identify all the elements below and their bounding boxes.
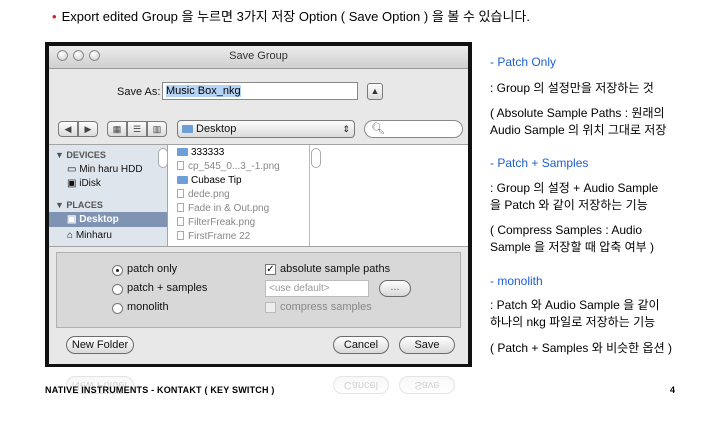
folder-icon [182, 125, 193, 133]
back-arrow-icon: ◀ [64, 124, 72, 134]
note-monolith-line3: ( Patch + Samples 와 비슷한 옵션 ) [490, 341, 672, 355]
checkmark-icon: ✓ [266, 264, 275, 275]
title-bar: Save Group [49, 46, 468, 69]
sidebar-header-places: ▼ PLACES [55, 200, 103, 210]
sidebar: ▼ DEVICES ▭ Min haru HDD ▣ iDisk ▼ PLACE… [49, 145, 168, 246]
window-title: Save Group [229, 50, 288, 62]
folder-icon [177, 148, 188, 156]
cancel-reflection: Cancel [333, 376, 389, 394]
absolute-paths-label: absolute sample paths [280, 263, 391, 275]
file-list-scrollbar[interactable] [311, 148, 321, 168]
file-icon [177, 231, 184, 240]
file-browser: ▼ DEVICES ▭ Min haru HDD ▣ iDisk ▼ PLACE… [49, 144, 468, 247]
note-monolith-line2: 하나의 nkg 파일로 저장하는 기능 [490, 315, 656, 329]
search-field[interactable]: 🔍︎ [364, 120, 463, 138]
list-item[interactable]: Cubase Tip [177, 175, 242, 186]
note-patch-samples-line1: : Group 의 설정 + Audio Sample [490, 181, 659, 195]
hdd-icon: ▭ [67, 164, 77, 175]
radio-monolith[interactable] [112, 303, 123, 314]
list-item[interactable]: 333333 [177, 147, 224, 158]
forward-arrow-icon: ▶ [84, 124, 92, 134]
save-options-panel: patch only patch + samples monolith ✓ ab… [56, 252, 461, 328]
folder-icon [177, 176, 188, 184]
sidebar-item-desktop[interactable]: ▣ Desktop [49, 212, 167, 227]
note-compress-line2: Sample 을 저장할 때 압축 여부 ) [490, 240, 655, 254]
note-absolute-line1: ( Absolute Sample Paths : 원래의 [490, 106, 665, 120]
compress-checkbox[interactable] [265, 302, 276, 313]
file-icon [177, 161, 184, 170]
save-as-value: Music Box_nkg [166, 85, 241, 97]
columns-icon: ▥ [152, 124, 162, 134]
save-group-dialog: Save Group Save As: Music Box_nkg ▲ ◀ ▶ … [49, 46, 468, 364]
sidebar-scrollbar[interactable] [158, 148, 168, 168]
radio-patch-samples-label: patch + samples [127, 282, 208, 294]
absolute-paths-checkbox[interactable]: ✓ [265, 264, 276, 275]
file-list: 333333 cp_545_0...3_-1.png Cubase Tip de… [171, 145, 310, 246]
search-icon: 🔍︎ [371, 123, 385, 135]
list-item[interactable]: cp_545_0...3_-1.png [177, 161, 280, 172]
sidebar-item-home[interactable]: ⌂ Minharu [67, 230, 112, 241]
file-icon [177, 203, 184, 212]
list-icon: ☰ [132, 124, 142, 134]
grid-icon: ▦ [112, 124, 122, 134]
dialog-reflection: New Folder Cancel Save [45, 370, 472, 420]
note-compress-line1: ( Compress Samples : Audio [490, 223, 643, 237]
radio-monolith-label: monolith [127, 301, 169, 313]
save-reflection: Save [399, 376, 455, 394]
list-item[interactable]: dede.png [177, 189, 230, 200]
save-as-label: Save As: [117, 86, 161, 98]
list-item[interactable]: FirstFrame 22 [177, 231, 250, 242]
back-button[interactable]: ◀ [58, 121, 78, 137]
triangle-up-icon: ▲ [370, 86, 380, 96]
default-path-placeholder: <use default> [269, 283, 330, 294]
default-path-field[interactable]: <use default> [265, 280, 369, 297]
file-icon [177, 189, 184, 198]
intro-text: Export edited Group 을 누르면 3가지 저장 Option … [61, 9, 530, 24]
page-footer: NATIVE INSTRUMENTS - KONTAKT ( KEY SWITC… [45, 385, 275, 395]
note-absolute-line2: Audio Sample 의 위치 그대로 저장 [490, 123, 667, 137]
radio-patch-only-label: patch only [127, 263, 178, 275]
column-view-button[interactable]: ▥ [147, 121, 167, 137]
note-monolith-title: - monolith [490, 274, 543, 288]
popup-arrows-icon: ⇕ [342, 124, 350, 134]
file-icon [177, 217, 184, 226]
forward-button[interactable]: ▶ [78, 121, 98, 137]
expand-button[interactable]: ▲ [367, 83, 383, 100]
radio-patch-samples[interactable] [112, 284, 123, 295]
list-item[interactable]: Fade in & Out.png [177, 203, 269, 214]
note-patch-only-title: - Patch Only [490, 55, 557, 69]
save-as-field[interactable]: Music Box_nkg [162, 82, 358, 100]
radio-patch-only[interactable] [112, 265, 123, 276]
page-number: 4 [670, 385, 676, 395]
sidebar-item-idisk[interactable]: ▣ iDisk [67, 178, 101, 189]
bullet-icon: • [52, 9, 57, 24]
desktop-icon: ▣ [67, 214, 77, 225]
sidebar-item-hdd[interactable]: ▭ Min haru HDD [67, 164, 143, 175]
sidebar-header-devices: ▼ DEVICES [55, 150, 106, 160]
note-patch-samples-title: - Patch + Samples [490, 156, 589, 170]
intro-line: • Export edited Group 을 누르면 3가지 저장 Option… [52, 6, 530, 25]
new-folder-button[interactable]: New Folder [66, 336, 134, 354]
note-patch-samples-line2: 을 Patch 와 같이 저장하는 기능 [490, 198, 648, 212]
compress-label: compress samples [280, 301, 372, 313]
home-icon: ⌂ [67, 230, 74, 241]
note-monolith-line1: : Patch 와 Audio Sample 을 같이 [490, 298, 660, 312]
location-popup[interactable]: Desktop ⇕ [177, 120, 355, 138]
list-item[interactable]: FilterFreak.png [177, 217, 255, 228]
icon-view-button[interactable]: ▦ [107, 121, 127, 137]
idisk-icon: ▣ [67, 178, 77, 189]
save-button[interactable]: Save [399, 336, 455, 354]
cancel-button[interactable]: Cancel [333, 336, 389, 354]
list-view-button[interactable]: ☰ [127, 121, 147, 137]
location-label: Desktop [196, 123, 237, 135]
note-patch-only-desc: : Group 의 설정만을 저장하는 것 [490, 81, 654, 95]
browse-button[interactable]: ... [379, 280, 411, 297]
